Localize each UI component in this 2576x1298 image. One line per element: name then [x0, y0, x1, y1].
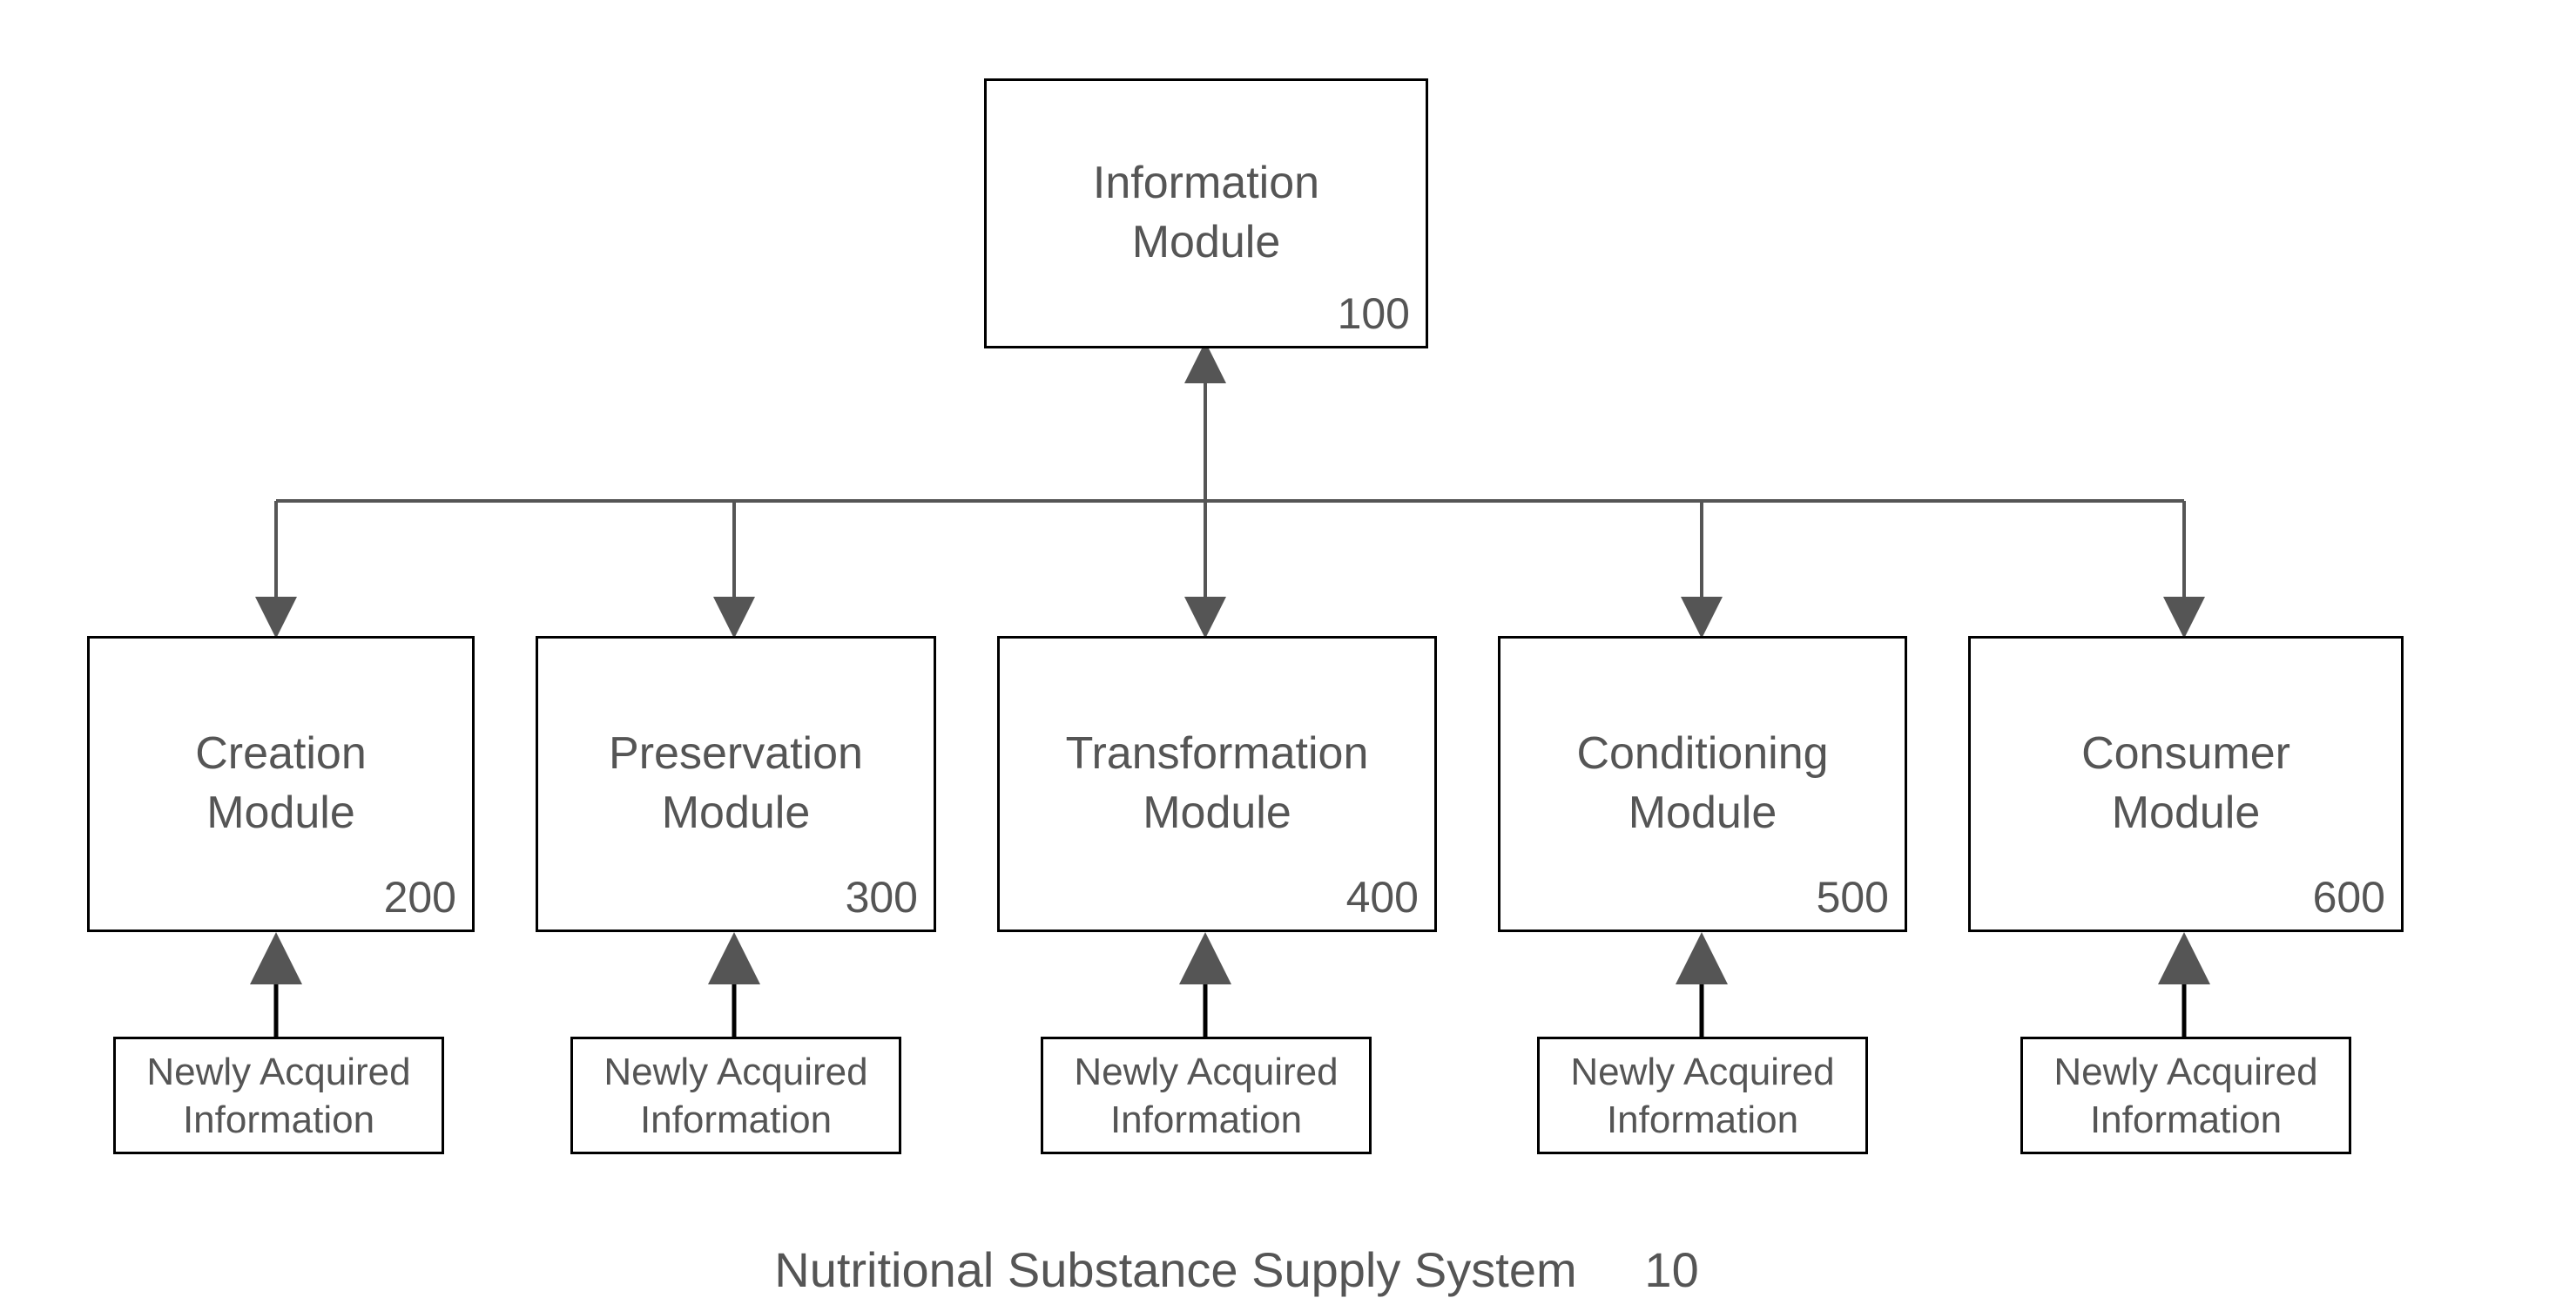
information-module-number: 100	[1338, 288, 1410, 339]
conditioning-module-number: 500	[1817, 872, 1889, 923]
conditioning-module-title: Conditioning Module	[1559, 725, 1845, 842]
transformation-module-line1: Transformation	[1066, 728, 1369, 779]
preservation-module-title: Preservation Module	[591, 725, 880, 842]
transformation-module-title: Transformation Module	[1049, 725, 1386, 842]
conditioning-module-line2: Module	[1629, 788, 1777, 838]
consumer-module-line2: Module	[2112, 788, 2261, 838]
transformation-module-number: 400	[1346, 872, 1419, 923]
conditioning-module-box: Conditioning Module 500	[1498, 636, 1907, 932]
consumer-module-number: 600	[2313, 872, 2385, 923]
info-box-3: Newly Acquired Information	[1041, 1037, 1372, 1154]
preservation-module-box: Preservation Module 300	[536, 636, 936, 932]
info-line2-2: Information	[640, 1099, 832, 1141]
diagram-container: Information Module 100 Creation Module 2…	[0, 0, 2576, 1298]
preservation-module-line1: Preservation	[609, 728, 863, 779]
caption-number: 10	[1644, 1242, 1698, 1297]
preservation-module-number: 300	[846, 872, 918, 923]
information-module-box: Information Module 100	[984, 78, 1428, 348]
information-module-title: Information Module	[1076, 154, 1337, 272]
info-line1-4: Newly Acquired	[1570, 1051, 1834, 1093]
information-module-line2: Module	[1132, 217, 1281, 267]
diagram-caption: Nutritional Substance Supply System 10	[758, 1241, 1716, 1298]
info-text-3: Newly Acquired Information	[1074, 1048, 1338, 1144]
creation-module-line2: Module	[206, 788, 355, 838]
creation-module-title: Creation Module	[178, 725, 384, 842]
info-text-4: Newly Acquired Information	[1570, 1048, 1834, 1144]
creation-module-number: 200	[384, 872, 456, 923]
info-text-5: Newly Acquired Information	[2053, 1048, 2317, 1144]
info-line2-3: Information	[1110, 1099, 1302, 1141]
info-text-2: Newly Acquired Information	[604, 1048, 867, 1144]
caption-text: Nutritional Substance Supply System	[774, 1242, 1576, 1297]
conditioning-module-line1: Conditioning	[1576, 728, 1828, 779]
transformation-module-line2: Module	[1143, 788, 1291, 838]
info-line1-2: Newly Acquired	[604, 1051, 867, 1093]
info-line2-4: Information	[1607, 1099, 1798, 1141]
consumer-module-box: Consumer Module 600	[1968, 636, 2404, 932]
info-line2-1: Information	[183, 1099, 374, 1141]
info-text-1: Newly Acquired Information	[146, 1048, 410, 1144]
info-box-5: Newly Acquired Information	[2020, 1037, 2351, 1154]
consumer-module-title: Consumer Module	[2064, 725, 2308, 842]
creation-module-box: Creation Module 200	[87, 636, 475, 932]
info-box-2: Newly Acquired Information	[570, 1037, 901, 1154]
info-box-4: Newly Acquired Information	[1537, 1037, 1868, 1154]
info-box-1: Newly Acquired Information	[113, 1037, 444, 1154]
creation-module-line1: Creation	[195, 728, 367, 779]
info-line2-5: Information	[2090, 1099, 2282, 1141]
info-line1-1: Newly Acquired	[146, 1051, 410, 1093]
transformation-module-box: Transformation Module 400	[997, 636, 1437, 932]
information-module-line1: Information	[1093, 158, 1319, 208]
info-line1-3: Newly Acquired	[1074, 1051, 1338, 1093]
preservation-module-line2: Module	[662, 788, 811, 838]
info-line1-5: Newly Acquired	[2053, 1051, 2317, 1093]
consumer-module-line1: Consumer	[2081, 728, 2290, 779]
